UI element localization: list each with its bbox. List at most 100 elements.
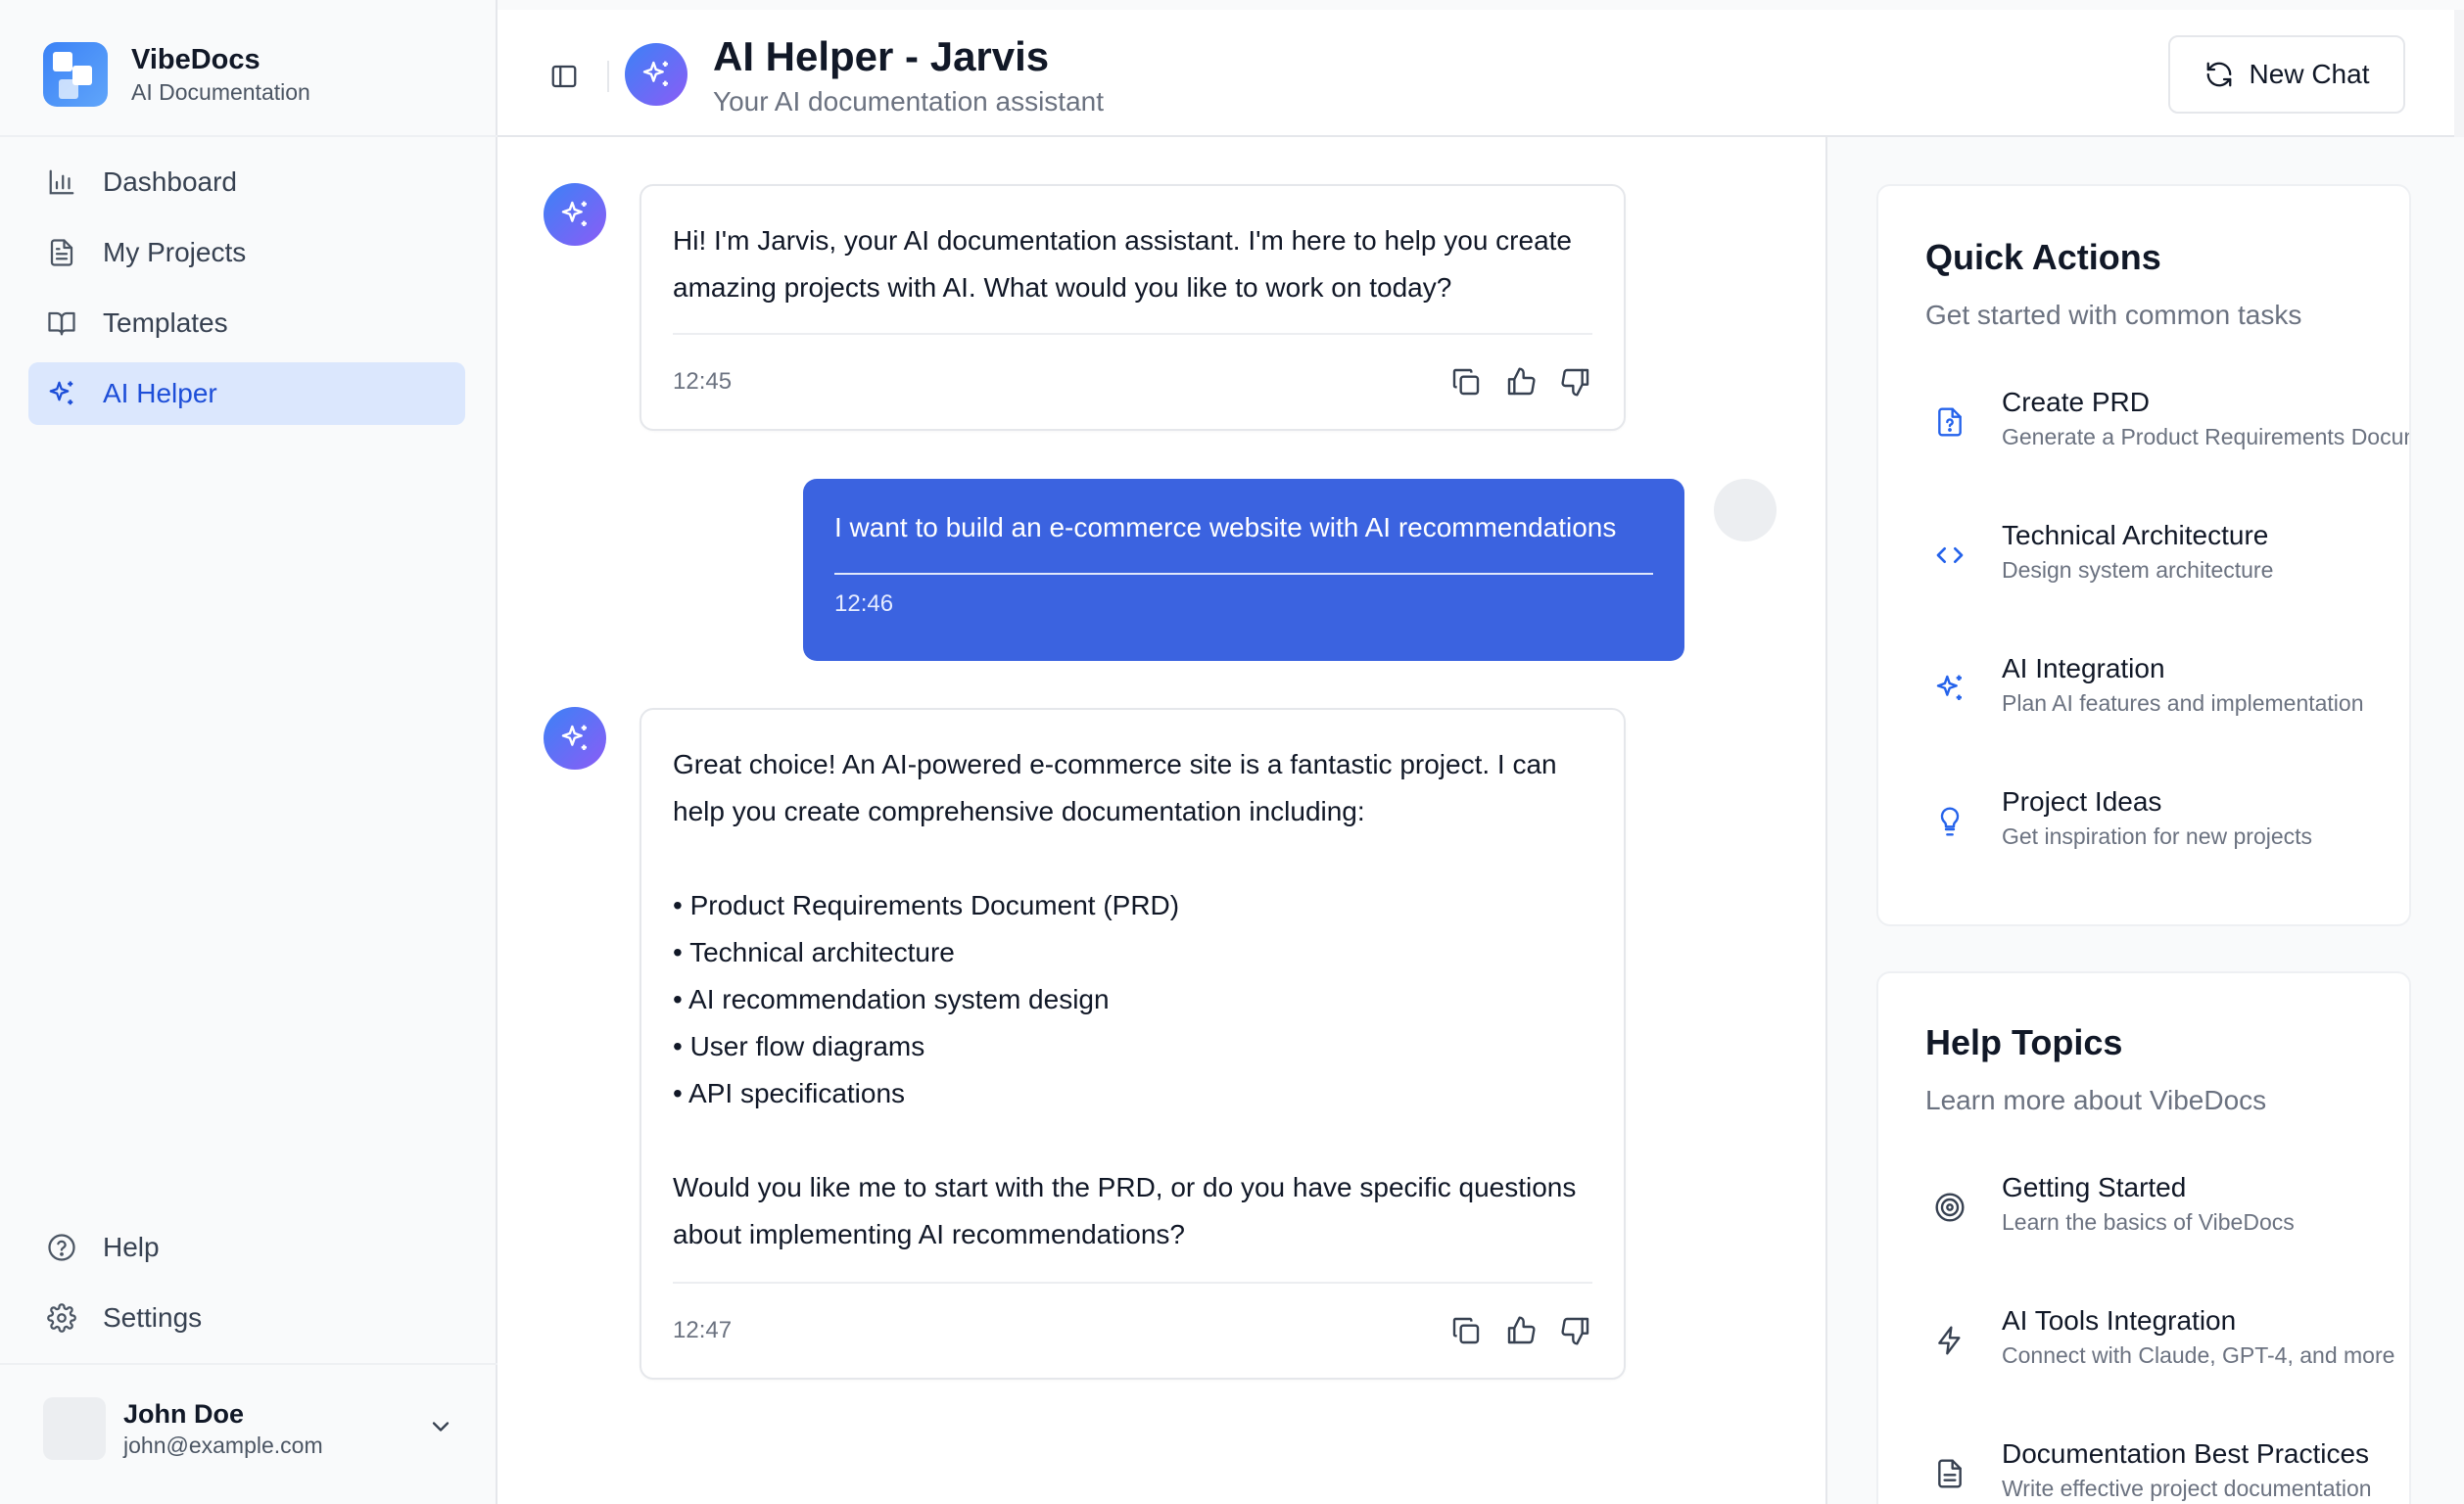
thumbs-down-icon[interactable] bbox=[1559, 1314, 1592, 1347]
quick-action-subtitle: Plan AI features and implementation bbox=[2002, 690, 2364, 716]
copy-icon[interactable] bbox=[1449, 1314, 1483, 1347]
message-text: Hi! I'm Jarvis, your AI documentation as… bbox=[673, 225, 1572, 303]
quick-action-subtitle: Get inspiration for new projects bbox=[2002, 823, 2313, 849]
gear-icon bbox=[44, 1300, 79, 1336]
sparkles-icon bbox=[44, 376, 79, 411]
sparkles-icon bbox=[561, 201, 587, 226]
lightning-icon bbox=[1925, 1316, 1974, 1365]
message-time: 12:46 bbox=[834, 590, 894, 617]
assistant-avatar bbox=[544, 707, 606, 770]
avatar bbox=[1714, 479, 1777, 541]
message-text: I want to build an e-commerce website wi… bbox=[834, 512, 1617, 542]
sidebar-item-help[interactable]: Help bbox=[28, 1216, 465, 1279]
thumbs-down-icon[interactable] bbox=[1559, 365, 1592, 399]
chat-area: Hi! I'm Jarvis, your AI documentation as… bbox=[499, 137, 1825, 1504]
page-title: AI Helper - Jarvis bbox=[713, 33, 1050, 79]
sidebar-item-dashboard[interactable]: Dashboard bbox=[28, 151, 465, 213]
file-question-icon bbox=[1925, 398, 1974, 446]
quick-action-technical-architecture[interactable]: Technical Architecture Design system arch… bbox=[1925, 517, 2409, 605]
quick-action-title: Create PRD bbox=[2002, 387, 2150, 417]
quick-action-title: Project Ideas bbox=[2002, 786, 2162, 817]
bar-chart-icon bbox=[44, 164, 79, 200]
sidebar-item-label: Settings bbox=[103, 1302, 203, 1333]
sidebar-item-label: AI Helper bbox=[103, 378, 217, 408]
sidebar-item-my-projects[interactable]: My Projects bbox=[28, 221, 465, 284]
sidebar-item-settings[interactable]: Settings bbox=[28, 1287, 465, 1349]
quick-actions-card: Quick Actions Get started with common ta… bbox=[1876, 184, 2411, 926]
sidebar: VibeDocs AI Documentation Dashboard My P… bbox=[0, 0, 498, 1504]
sidebar-item-ai-helper[interactable]: AI Helper bbox=[28, 362, 465, 425]
code-icon bbox=[1925, 531, 1974, 580]
new-chat-label: New Chat bbox=[2249, 59, 2370, 89]
help-topics-card: Help Topics Learn more about VibeDocs Ge… bbox=[1876, 971, 2411, 1504]
message-text: Great choice! An AI-powered e-commerce s… bbox=[673, 749, 1577, 1249]
assistant-message: Hi! I'm Jarvis, your AI documentation as… bbox=[640, 184, 1626, 431]
help-circle-icon bbox=[44, 1230, 79, 1265]
quick-action-subtitle: Design system architecture bbox=[2002, 557, 2274, 583]
avatar bbox=[43, 1397, 106, 1460]
page-subtitle: Your AI documentation assistant bbox=[713, 86, 1104, 117]
help-topic-getting-started[interactable]: Getting Started Learn the basics of VibeD… bbox=[1925, 1169, 2409, 1257]
file-text-icon bbox=[1925, 1449, 1974, 1498]
message-time: 12:45 bbox=[673, 368, 733, 395]
app-name: VibeDocs bbox=[131, 44, 261, 75]
top-strip bbox=[498, 0, 2464, 10]
user-name: John Doe bbox=[123, 1399, 245, 1429]
message-time: 12:47 bbox=[673, 1317, 733, 1343]
chevron-down-icon[interactable] bbox=[427, 1413, 454, 1445]
sidebar-item-label: Templates bbox=[103, 307, 228, 338]
assistant-avatar bbox=[544, 183, 606, 246]
thumbs-up-icon[interactable] bbox=[1504, 365, 1538, 399]
new-chat-button[interactable]: New Chat bbox=[2168, 35, 2405, 114]
help-topic-documentation-best-practices[interactable]: Documentation Best Practices Write effect… bbox=[1925, 1435, 2409, 1504]
copy-icon[interactable] bbox=[1449, 365, 1483, 399]
quick-action-subtitle: Generate a Product Requirements Docum bbox=[2002, 424, 2411, 449]
sparkles-icon bbox=[561, 725, 587, 750]
sidebar-item-templates[interactable]: Templates bbox=[28, 292, 465, 354]
user-email: john@example.com bbox=[123, 1433, 323, 1458]
quick-action-create-prd[interactable]: Create PRD Generate a Product Requirement… bbox=[1925, 384, 2411, 472]
divider bbox=[607, 61, 609, 92]
sidebar-toggle-icon[interactable] bbox=[546, 59, 582, 94]
brand[interactable]: VibeDocs AI Documentation bbox=[43, 41, 310, 108]
header: AI Helper - Jarvis Your AI documentation… bbox=[498, 10, 2464, 137]
lightbulb-icon bbox=[1925, 797, 1974, 846]
sidebar-item-label: Dashboard bbox=[103, 166, 237, 197]
sidebar-item-label: My Projects bbox=[103, 237, 247, 267]
sidebar-nav: Dashboard My Projects Templates AI Helpe… bbox=[28, 151, 465, 433]
quick-action-project-ideas[interactable]: Project Ideas Get inspiration for new pro… bbox=[1925, 783, 2409, 871]
help-topic-title: AI Tools Integration bbox=[2002, 1305, 2237, 1336]
right-panel: Quick Actions Get started with common ta… bbox=[1825, 137, 2464, 1504]
help-topics-title: Help Topics bbox=[1925, 1022, 2123, 1062]
assistant-message: Great choice! An AI-powered e-commerce s… bbox=[640, 708, 1626, 1380]
sidebar-bottom-nav: Help Settings bbox=[28, 1216, 465, 1357]
help-topic-title: Documentation Best Practices bbox=[2002, 1438, 2370, 1469]
divider bbox=[0, 135, 498, 137]
scrollbar[interactable] bbox=[2454, 10, 2464, 137]
app-subtitle: AI Documentation bbox=[131, 79, 310, 105]
book-open-icon bbox=[44, 306, 79, 341]
sparkles-icon bbox=[642, 61, 668, 86]
assistant-avatar bbox=[625, 43, 687, 106]
quick-action-ai-integration[interactable]: AI Integration Plan AI features and imple… bbox=[1925, 650, 2409, 738]
help-topic-title: Getting Started bbox=[2002, 1172, 2187, 1202]
thumbs-up-icon[interactable] bbox=[1504, 1314, 1538, 1347]
refresh-icon bbox=[2204, 60, 2234, 89]
help-topic-subtitle: Connect with Claude, GPT-4, and more bbox=[2002, 1342, 2395, 1368]
quick-action-title: Technical Architecture bbox=[2002, 520, 2269, 550]
vibedocs-logo-icon bbox=[43, 42, 108, 107]
divider bbox=[0, 1363, 498, 1365]
help-topic-subtitle: Learn the basics of VibeDocs bbox=[2002, 1209, 2295, 1235]
document-icon bbox=[44, 235, 79, 270]
sparkles-icon bbox=[1925, 664, 1974, 713]
help-topic-subtitle: Write effective project documentation bbox=[2002, 1476, 2372, 1501]
quick-action-title: AI Integration bbox=[2002, 653, 2165, 683]
target-icon bbox=[1925, 1183, 1974, 1232]
help-topic-ai-tools-integration[interactable]: AI Tools Integration Connect with Claude,… bbox=[1925, 1302, 2409, 1390]
sidebar-item-label: Help bbox=[103, 1232, 160, 1262]
help-topics-description: Learn more about VibeDocs bbox=[1925, 1085, 2267, 1115]
user-message: I want to build an e-commerce website wi… bbox=[803, 479, 1684, 661]
user-menu[interactable]: John Doe john@example.com bbox=[43, 1394, 454, 1463]
quick-actions-title: Quick Actions bbox=[1925, 237, 2161, 277]
quick-actions-description: Get started with common tasks bbox=[1925, 300, 2302, 330]
